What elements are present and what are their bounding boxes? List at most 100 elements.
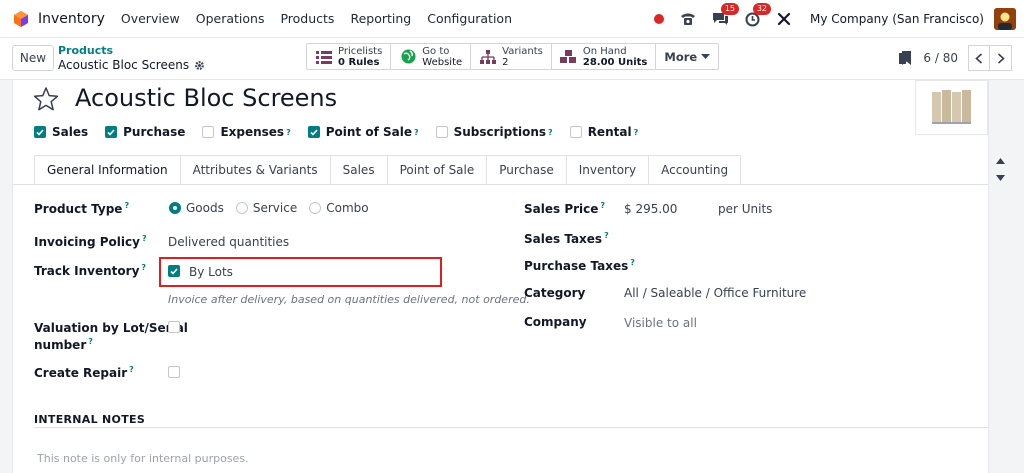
tab-inventory[interactable]: Inventory [566, 155, 650, 185]
tab-attributes-variants[interactable]: Attributes & Variants [180, 155, 331, 185]
help-icon[interactable]: ? [414, 128, 419, 137]
app-name[interactable]: Inventory [38, 11, 105, 27]
category-label: Category [524, 286, 586, 300]
pricelists-button[interactable]: Pricelists 0 Rules [307, 44, 392, 69]
inventory-app-icon[interactable] [13, 10, 29, 27]
tab-general-information[interactable]: General Information [34, 155, 181, 185]
rental-flag[interactable]: Rental? [569, 125, 639, 139]
pricelists-title: Pricelists [338, 45, 383, 57]
breadcrumb-products[interactable]: Products [58, 44, 113, 57]
gear-icon[interactable] [194, 60, 205, 71]
track-inventory-checkbox[interactable] [168, 265, 180, 277]
breadcrumb-current: Acoustic Bloc Screens [58, 58, 205, 72]
tools-icon[interactable] [774, 9, 794, 29]
create-repair-label-text: Create Repair [34, 366, 128, 380]
rental-checkbox[interactable] [569, 126, 582, 138]
scroll-down-icon[interactable] [996, 175, 1005, 182]
purchase-checkbox[interactable] [105, 126, 118, 138]
help-icon[interactable]: ? [286, 128, 291, 137]
new-button[interactable]: New [12, 45, 54, 71]
tab-sales[interactable]: Sales [330, 155, 388, 185]
phone-icon[interactable] [678, 9, 698, 29]
invoicing-policy-select[interactable]: Delivered quantities [168, 235, 289, 249]
purchase-taxes-label: Purchase Taxes? [524, 258, 635, 273]
internal-notes-editor[interactable]: This note is only for internal purposes. [37, 452, 249, 465]
purchase-flag[interactable]: Purchase [105, 125, 185, 139]
messages-icon[interactable]: 15 [710, 3, 740, 29]
menu-products[interactable]: Products [272, 11, 342, 26]
top-navbar: Inventory Overview Operations Products R… [0, 0, 1024, 38]
bookmark-icon[interactable] [899, 51, 911, 65]
category-select[interactable]: All / Saleable / Office Furniture [624, 286, 806, 300]
combo-label[interactable]: Combo [326, 201, 368, 215]
on-hand-button[interactable]: On Hand 28.00 Units [552, 44, 657, 69]
menu-operations[interactable]: Operations [188, 11, 273, 26]
service-label[interactable]: Service [253, 201, 297, 215]
on-hand-title: On Hand [582, 45, 627, 57]
tab-accounting[interactable]: Accounting [649, 155, 742, 185]
company-switcher[interactable]: My Company (San Francisco) [810, 12, 984, 26]
recording-dot-icon[interactable] [654, 14, 665, 24]
variants-button[interactable]: Variants 2 [471, 44, 552, 69]
help-icon[interactable]: ? [88, 337, 93, 346]
menu-reporting[interactable]: Reporting [342, 11, 419, 26]
more-label: More [664, 49, 698, 64]
check-icon [310, 128, 318, 136]
valuation-checkbox[interactable] [168, 321, 180, 333]
subscriptions-flag[interactable]: Subscriptions? [435, 125, 553, 139]
product-name-input[interactable]: Acoustic Bloc Screens [75, 84, 337, 112]
menu-configuration[interactable]: Configuration [419, 11, 520, 26]
expenses-flag[interactable]: Expenses? [202, 125, 291, 139]
pager-next-button[interactable] [990, 45, 1012, 71]
help-icon[interactable]: ? [634, 128, 639, 137]
help-icon[interactable]: ? [142, 234, 147, 243]
tab-purchase[interactable]: Purchase [487, 155, 567, 185]
pager-previous-button[interactable] [968, 45, 990, 71]
goods-label[interactable]: Goods [186, 201, 224, 215]
goods-radio[interactable] [169, 202, 181, 214]
sitemap-icon [479, 48, 497, 66]
go-to-website-button[interactable]: Go to Website [391, 44, 472, 69]
company-select[interactable]: Visible to all [624, 316, 697, 330]
pager: 6 / 80 [923, 45, 1012, 71]
subscriptions-label: Subscriptions [453, 125, 547, 139]
expenses-checkbox[interactable] [202, 126, 215, 138]
tab-point-of-sale[interactable]: Point of Sale [387, 155, 488, 185]
scroll-up-icon[interactable] [996, 158, 1005, 165]
product-image[interactable] [915, 80, 988, 135]
scrollbar[interactable] [996, 158, 1005, 182]
variants-value: 2 [502, 56, 509, 68]
create-repair-checkbox[interactable] [168, 366, 180, 378]
help-icon[interactable]: ? [600, 201, 605, 210]
valuation-label-line2: number? [34, 337, 93, 352]
form-sheet: Acoustic Bloc Screens Sales Purchase Exp… [12, 80, 989, 473]
more-button[interactable]: More [656, 44, 718, 69]
help-icon[interactable]: ? [141, 263, 146, 272]
globe-icon [399, 48, 417, 66]
help-icon[interactable]: ? [124, 201, 129, 210]
sales-checkbox[interactable] [34, 126, 46, 138]
star-icon[interactable] [33, 86, 59, 112]
help-icon[interactable]: ? [129, 365, 134, 374]
pager-value[interactable]: 6 / 80 [923, 51, 958, 65]
pos-flag[interactable]: Point of Sale? [307, 125, 419, 139]
menu-overview[interactable]: Overview [113, 11, 188, 26]
help-icon[interactable]: ? [604, 231, 609, 240]
room-divider-image-icon [931, 89, 971, 124]
chevron-left-icon [975, 52, 983, 64]
combo-radio[interactable] [309, 202, 322, 214]
user-avatar[interactable] [994, 8, 1016, 30]
help-icon[interactable]: ? [548, 128, 553, 137]
subscriptions-checkbox[interactable] [435, 126, 448, 138]
pos-checkbox[interactable] [307, 126, 320, 138]
sales-flag[interactable]: Sales [34, 125, 88, 139]
help-icon[interactable]: ? [630, 258, 635, 267]
chevron-right-icon [997, 52, 1005, 64]
internal-notes-title: INTERNAL NOTES [34, 413, 146, 426]
service-radio[interactable] [235, 202, 248, 214]
sales-price-input[interactable]: $ 295.00 [624, 202, 677, 216]
activities-icon[interactable]: 32 [742, 3, 772, 29]
caret-down-icon [701, 53, 711, 59]
tracking-select[interactable]: By Lots [189, 265, 233, 279]
product-type-label-text: Product Type [34, 202, 123, 216]
